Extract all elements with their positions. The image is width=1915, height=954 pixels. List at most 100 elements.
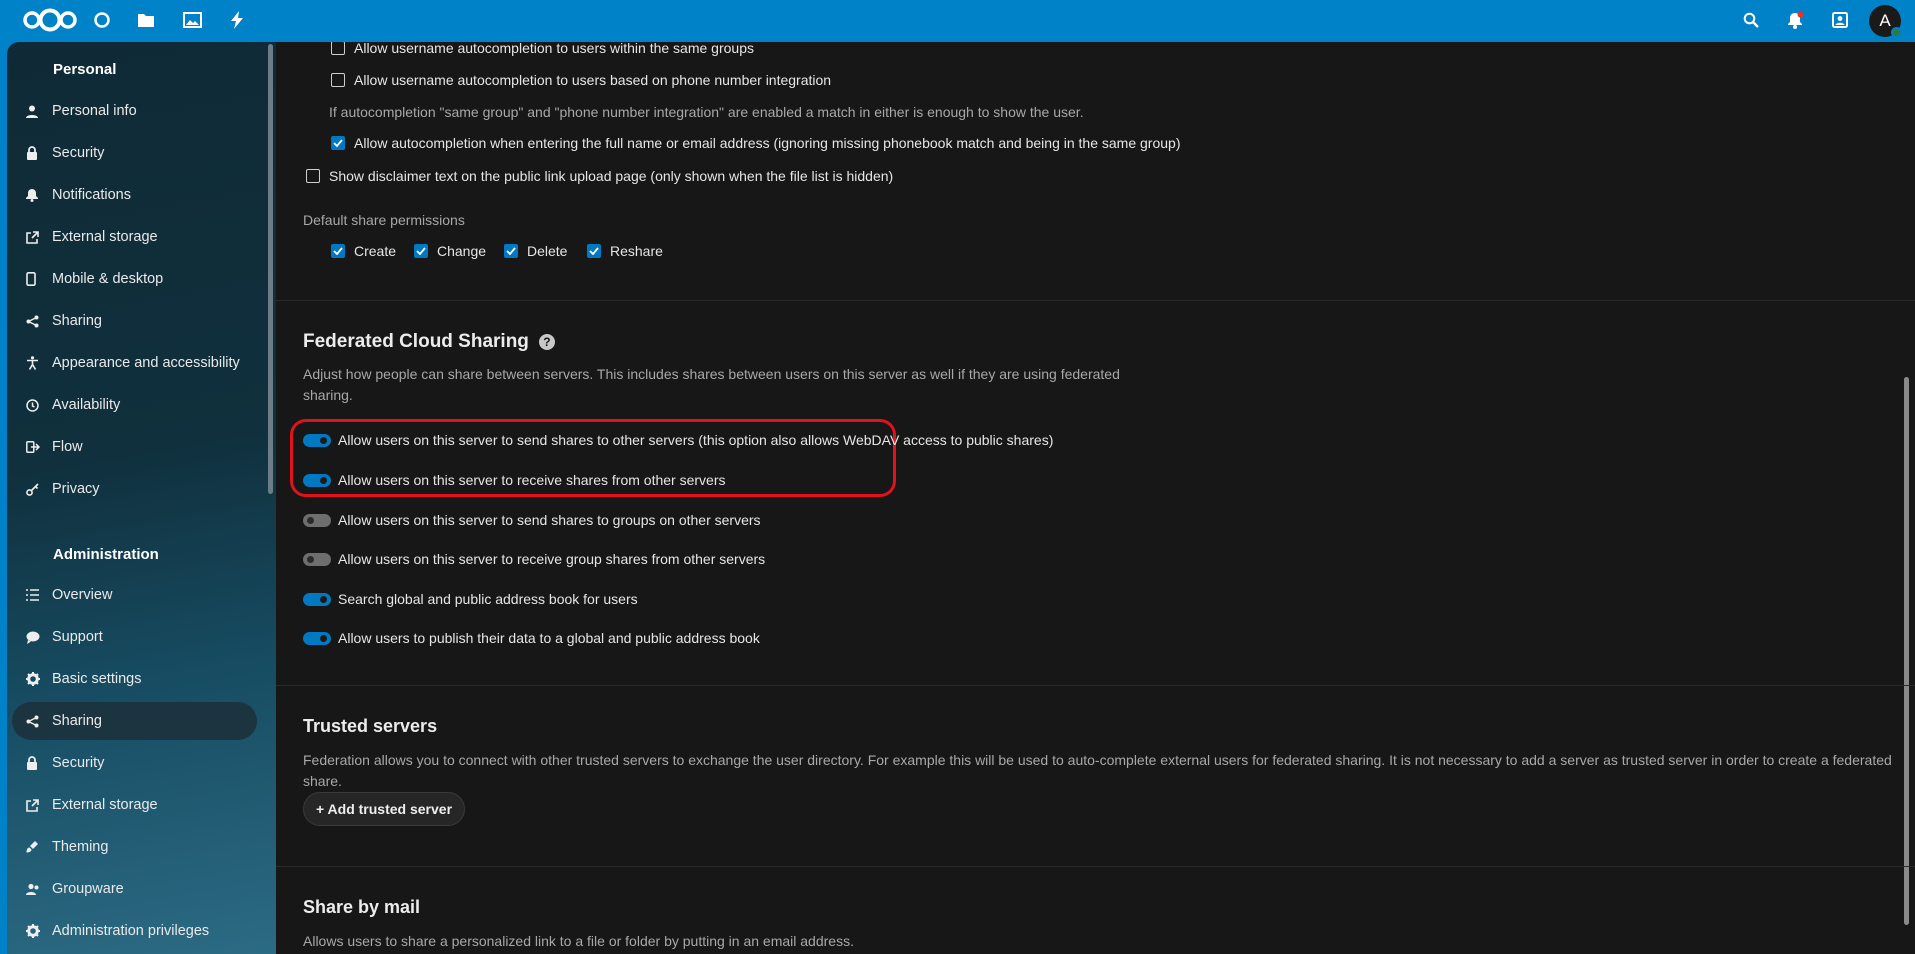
- person-icon: [12, 105, 48, 118]
- sidebar-item-support[interactable]: Support: [12, 618, 257, 656]
- clock-icon: [12, 398, 48, 412]
- activity-icon[interactable]: [217, 0, 257, 40]
- sidebar-item-appearance[interactable]: Appearance and accessibility: [12, 344, 257, 382]
- nextcloud-logo-icon[interactable]: [20, 0, 80, 40]
- key-icon: [12, 482, 48, 496]
- dashboard-icon[interactable]: [82, 0, 122, 40]
- publish-address-book-toggle[interactable]: [303, 631, 331, 645]
- sidebar-item-theming[interactable]: Theming: [12, 828, 257, 866]
- delete-label: Delete: [527, 243, 568, 259]
- sidebar-item-privacy[interactable]: Privacy: [12, 470, 257, 508]
- help-icon[interactable]: ?: [538, 334, 555, 350]
- create-checkbox[interactable]: [331, 244, 345, 258]
- search-icon[interactable]: [1731, 0, 1771, 40]
- sidebar-scrollbar[interactable]: [268, 44, 273, 494]
- autocomplete-same-groups-option[interactable]: Allow username autocompletion to users w…: [331, 42, 754, 56]
- sidebar-item-label: Theming: [52, 839, 109, 855]
- accessibility-icon: [12, 356, 48, 370]
- sidebar-item-security-admin[interactable]: Security: [12, 744, 257, 782]
- send-shares-toggle[interactable]: [303, 433, 331, 447]
- federated-toggle-row[interactable]: Allow users on this server to send share…: [303, 432, 1053, 448]
- share-by-mail-description: Allows users to share a personalized lin…: [303, 933, 854, 949]
- receive-group-shares-toggle[interactable]: [303, 552, 331, 566]
- sidebar-item-label: Sharing: [52, 713, 102, 729]
- disclaimer-label: Show disclaimer text on the public link …: [329, 168, 894, 184]
- checkmark-icon: [333, 139, 343, 147]
- sidebar-item-administration-privileges[interactable]: Administration privileges: [12, 912, 257, 950]
- flow-icon: [12, 441, 48, 453]
- disclaimer-checkbox[interactable]: [306, 169, 320, 183]
- sidebar-item-security[interactable]: Security: [12, 134, 257, 172]
- sidebar-item-label: Security: [52, 145, 105, 161]
- federated-cloud-sharing-title: Federated Cloud Sharing ?: [303, 331, 555, 353]
- sidebar-item-sharing-personal[interactable]: Sharing: [12, 302, 257, 340]
- groupware-icon: [12, 883, 48, 896]
- sidebar-item-groupware[interactable]: Groupware: [12, 870, 257, 908]
- share-icon: [12, 715, 48, 728]
- sidebar-item-mobile-desktop[interactable]: Mobile & desktop: [12, 260, 257, 298]
- sidebar-item-label: Sharing: [52, 313, 102, 329]
- external-link-icon: [12, 230, 48, 244]
- photos-icon[interactable]: [172, 0, 212, 40]
- paint-icon: [12, 840, 48, 854]
- toggle-label: Allow users on this server to receive sh…: [338, 472, 726, 488]
- autocomplete-phone-checkbox[interactable]: [331, 73, 345, 87]
- sidebar-item-label: External storage: [52, 797, 158, 813]
- disclaimer-option[interactable]: Show disclaimer text on the public link …: [306, 168, 893, 184]
- sidebar-item-label: Security: [52, 755, 105, 771]
- federated-toggle-row[interactable]: Allow users on this server to receive gr…: [303, 551, 765, 567]
- sidebar-item-external-storage-admin[interactable]: External storage: [12, 786, 257, 824]
- sidebar-item-sharing-admin[interactable]: Sharing: [12, 702, 257, 740]
- chat-icon: [12, 631, 48, 644]
- search-address-book-toggle[interactable]: [303, 592, 331, 606]
- autocomplete-same-groups-label: Allow username autocompletion to users w…: [354, 42, 754, 56]
- reshare-checkbox[interactable]: [587, 244, 601, 258]
- sidebar-item-availability[interactable]: Availability: [12, 386, 257, 424]
- personal-caption: Personal: [53, 61, 117, 78]
- autocomplete-phone-option[interactable]: Allow username autocompletion to users b…: [331, 72, 831, 88]
- user-avatar[interactable]: A: [1869, 5, 1902, 38]
- contacts-icon[interactable]: [1820, 0, 1860, 40]
- federated-toggle-row[interactable]: Allow users on this server to receive sh…: [303, 472, 725, 488]
- delete-checkbox[interactable]: [504, 244, 518, 258]
- reshare-label: Reshare: [610, 243, 663, 259]
- permission-reshare[interactable]: Reshare: [587, 243, 663, 259]
- sidebar-item-label: Availability: [52, 397, 121, 413]
- add-trusted-server-button[interactable]: + Add trusted server: [303, 792, 466, 826]
- sidebar-item-notifications[interactable]: Notifications: [12, 176, 257, 214]
- autocomplete-full-name-checkbox[interactable]: [331, 136, 345, 150]
- receive-shares-toggle[interactable]: [303, 473, 331, 487]
- files-icon[interactable]: [126, 0, 166, 40]
- autocomplete-same-groups-checkbox[interactable]: [331, 42, 345, 55]
- sidebar-item-flow[interactable]: Flow: [12, 428, 257, 466]
- autocomplete-hint: If autocompletion "same group" and "phon…: [329, 104, 1084, 120]
- toggle-label: Allow users on this server to receive gr…: [338, 551, 766, 567]
- change-checkbox[interactable]: [414, 244, 428, 258]
- autocomplete-full-name-option[interactable]: Allow autocompletion when entering the f…: [331, 135, 1180, 151]
- bell-icon: [12, 188, 48, 202]
- share-icon: [12, 315, 48, 328]
- settings-sidebar: Personal Personal info Security Notifica…: [7, 42, 276, 954]
- sidebar-item-overview[interactable]: Overview: [12, 576, 257, 614]
- sidebar-item-personal-info[interactable]: Personal info: [12, 92, 257, 130]
- federated-toggle-row[interactable]: Search global and public address book fo…: [303, 591, 638, 607]
- external-link-icon: [12, 798, 48, 812]
- send-group-shares-toggle[interactable]: [303, 513, 331, 527]
- federated-toggle-row[interactable]: Allow users to publish their data to a g…: [303, 630, 760, 646]
- toggle-label: Search global and public address book fo…: [338, 591, 638, 607]
- sidebar-item-external-storage[interactable]: External storage: [12, 218, 257, 256]
- autocomplete-phone-label: Allow username autocompletion to users b…: [354, 72, 832, 88]
- gear-icon: [12, 924, 48, 938]
- notifications-icon[interactable]: [1775, 0, 1815, 40]
- sidebar-item-label: Privacy: [52, 481, 100, 497]
- federated-description-line: Adjust how people can share between serv…: [303, 366, 1120, 382]
- permission-create[interactable]: Create: [331, 243, 396, 259]
- section-divider: [276, 685, 1915, 686]
- permission-change[interactable]: Change: [414, 243, 486, 259]
- federated-toggle-row[interactable]: Allow users on this server to send share…: [303, 512, 761, 528]
- avatar-initial: A: [1879, 11, 1891, 30]
- sidebar-item-basic-settings[interactable]: Basic settings: [12, 660, 257, 698]
- permission-delete[interactable]: Delete: [504, 243, 567, 259]
- content-scrollbar[interactable]: [1904, 377, 1909, 925]
- sidebar-item-label: Groupware: [52, 881, 124, 897]
